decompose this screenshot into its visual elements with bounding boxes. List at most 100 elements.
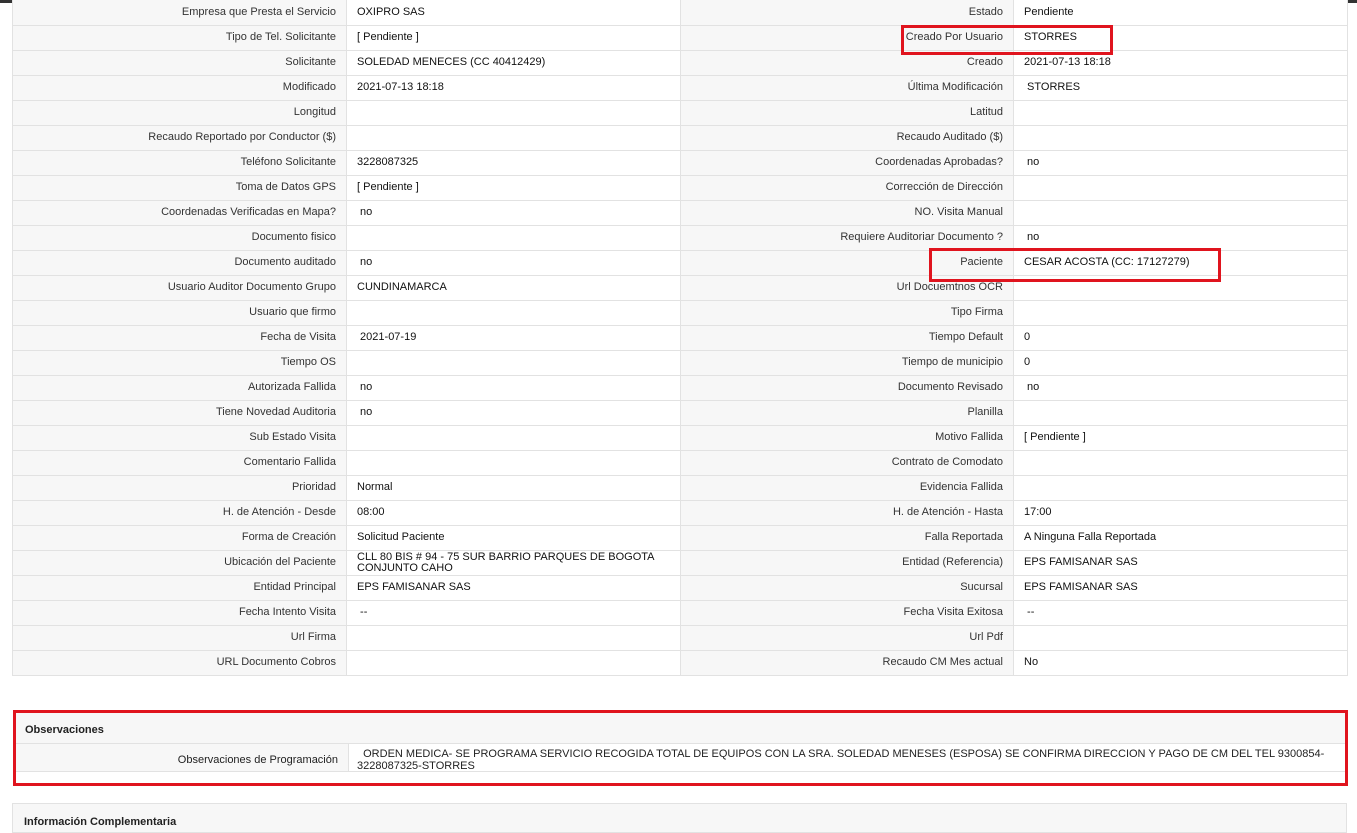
field-value: CLL 80 BIS # 94 - 75 SUR BARRIO PARQUES … [346, 549, 681, 576]
field-value: No [1013, 649, 1348, 676]
field-value: no [1013, 149, 1348, 176]
field-label: Prioridad [12, 474, 347, 501]
field-value: Pendiente [1013, 0, 1348, 26]
field-label: Creado Por Usuario [680, 24, 1014, 51]
field-value: 3228087325 [346, 149, 681, 176]
field-value: 08:00 [346, 499, 681, 526]
field-value: no [346, 374, 681, 401]
field-value: 2021-07-13 18:18 [346, 74, 681, 101]
field-label: Estado [680, 0, 1014, 26]
detail-rows: Empresa que Presta el Servicio OXIPRO SAS… [12, 0, 1348, 676]
field-label: Creado [680, 49, 1014, 76]
field-label: Sucursal [680, 574, 1014, 601]
field-value: no [1013, 224, 1348, 251]
field-value [346, 624, 681, 651]
detail-row: Longitud Latitud [12, 99, 1348, 126]
field-label: Comentario Fallida [12, 449, 347, 476]
field-value: 2021-07-19 [346, 324, 681, 351]
field-value: Normal [346, 474, 681, 501]
field-label: Coordenadas Aprobadas? [680, 149, 1014, 176]
detail-row: Solicitante SOLEDAD MENECES (CC 40412429)… [12, 49, 1348, 76]
field-label: Teléfono Solicitante [12, 149, 347, 176]
field-value [346, 424, 681, 451]
field-label: Requiere Auditoriar Documento ? [680, 224, 1014, 251]
field-value [1013, 99, 1348, 126]
field-value [1013, 299, 1348, 326]
field-value [1013, 474, 1348, 501]
field-label: URL Documento Cobros [12, 649, 347, 676]
detail-row: Tiempo OS Tiempo de municipio 0 [12, 349, 1348, 376]
detail-row: Tipo de Tel. Solicitante[ Pendiente ] Cre… [12, 24, 1348, 51]
detail-row: Url Firma Url Pdf [12, 624, 1348, 651]
field-value [346, 449, 681, 476]
field-value: OXIPRO SAS [346, 0, 681, 26]
detail-row: Empresa que Presta el Servicio OXIPRO SAS… [12, 0, 1348, 26]
field-label: Tiempo de municipio [680, 349, 1014, 376]
field-value [346, 299, 681, 326]
field-label: Usuario que firmo [12, 299, 347, 326]
field-value: no [1013, 374, 1348, 401]
field-label: Solicitante [12, 49, 347, 76]
field-value [1013, 399, 1348, 426]
field-label: Fecha Intento Visita [12, 599, 347, 626]
field-label: Url Pdf [680, 624, 1014, 651]
detail-row: Comentario Fallida Contrato de Comodato [12, 449, 1348, 476]
informacion-complementaria-header[interactable]: Información Complementaria [12, 803, 1347, 833]
field-label: Fecha de Visita [12, 324, 347, 351]
field-value [1013, 124, 1348, 151]
field-label: Recaudo CM Mes actual [680, 649, 1014, 676]
field-label: Corrección de Dirección [680, 174, 1014, 201]
field-value: [ Pendiente ] [1013, 424, 1348, 451]
field-label: Falla Reportada [680, 524, 1014, 551]
field-label: Tipo Firma [680, 299, 1014, 326]
detail-row: Documento fisico Requiere Auditoriar Docu… [12, 224, 1348, 251]
field-label: H. de Atención - Desde [12, 499, 347, 526]
field-label: Recaudo Reportado por Conductor ($) [12, 124, 347, 151]
detail-row: Usuario Auditor Documento Grupo CUNDINAMA… [12, 274, 1348, 301]
field-value [346, 349, 681, 376]
field-value: -- [1013, 599, 1348, 626]
observaciones-panel: Observaciones Observaciones de Programac… [13, 710, 1348, 786]
detail-row: Autorizada Fallida no Documento Revisado … [12, 374, 1348, 401]
field-value: Solicitud Paciente [346, 524, 681, 551]
field-label: Documento Revisado [680, 374, 1014, 401]
field-label: Usuario Auditor Documento Grupo [12, 274, 347, 301]
field-label: Tiempo Default [680, 324, 1014, 351]
field-value: CESAR ACOSTA (CC: 17127279) [1013, 249, 1348, 276]
field-label: Tiene Novedad Auditoria [12, 399, 347, 426]
field-label: Fecha Visita Exitosa [680, 599, 1014, 626]
field-label: Última Modificación [680, 74, 1014, 101]
detail-row: H. de Atención - Desde 08:00 H. de Atenció… [12, 499, 1348, 526]
field-value: no [346, 399, 681, 426]
field-value: SOLEDAD MENECES (CC 40412429) [346, 49, 681, 76]
detail-row: Toma de Datos GPS[ Pendiente ] Corrección… [12, 174, 1348, 201]
detail-row: Forma de Creación Solicitud Paciente Falla… [12, 524, 1348, 551]
observaciones-row: Observaciones de Programación ORDEN MEDI… [16, 744, 1345, 772]
field-value: A Ninguna Falla Reportada [1013, 524, 1348, 551]
field-value: -- [346, 599, 681, 626]
detail-row: Documento auditado no Paciente CESAR ACOST… [12, 249, 1348, 276]
field-label: Coordenadas Verificadas en Mapa? [12, 199, 347, 226]
field-label: Motivo Fallida [680, 424, 1014, 451]
field-label: Tiempo OS [12, 349, 347, 376]
field-value: no [346, 199, 681, 226]
field-value [346, 99, 681, 126]
detail-row: Teléfono Solicitante 3228087325 Coordenada… [12, 149, 1348, 176]
field-label: Documento auditado [12, 249, 347, 276]
field-value: 2021-07-13 18:18 [1013, 49, 1348, 76]
field-value: STORRES [1013, 74, 1348, 101]
detail-row: URL Documento Cobros Recaudo CM Mes actua… [12, 649, 1348, 676]
field-value [1013, 274, 1348, 301]
detail-row: Sub Estado Visita Motivo Fallida[ Pendien… [12, 424, 1348, 451]
observaciones-label: Observaciones de Programación [16, 744, 349, 771]
field-label: Sub Estado Visita [12, 424, 347, 451]
field-value: no [346, 249, 681, 276]
field-label: Url Docuemtnos OCR [680, 274, 1014, 301]
detail-row: Entidad Principal EPS FAMISANAR SAS Sucurs… [12, 574, 1348, 601]
field-value [1013, 449, 1348, 476]
field-value: 0 [1013, 349, 1348, 376]
field-label: NO. Visita Manual [680, 199, 1014, 226]
field-value [346, 649, 681, 676]
field-label: Entidad (Referencia) [680, 549, 1014, 576]
detail-row: Recaudo Reportado por Conductor ($) Recau… [12, 124, 1348, 151]
